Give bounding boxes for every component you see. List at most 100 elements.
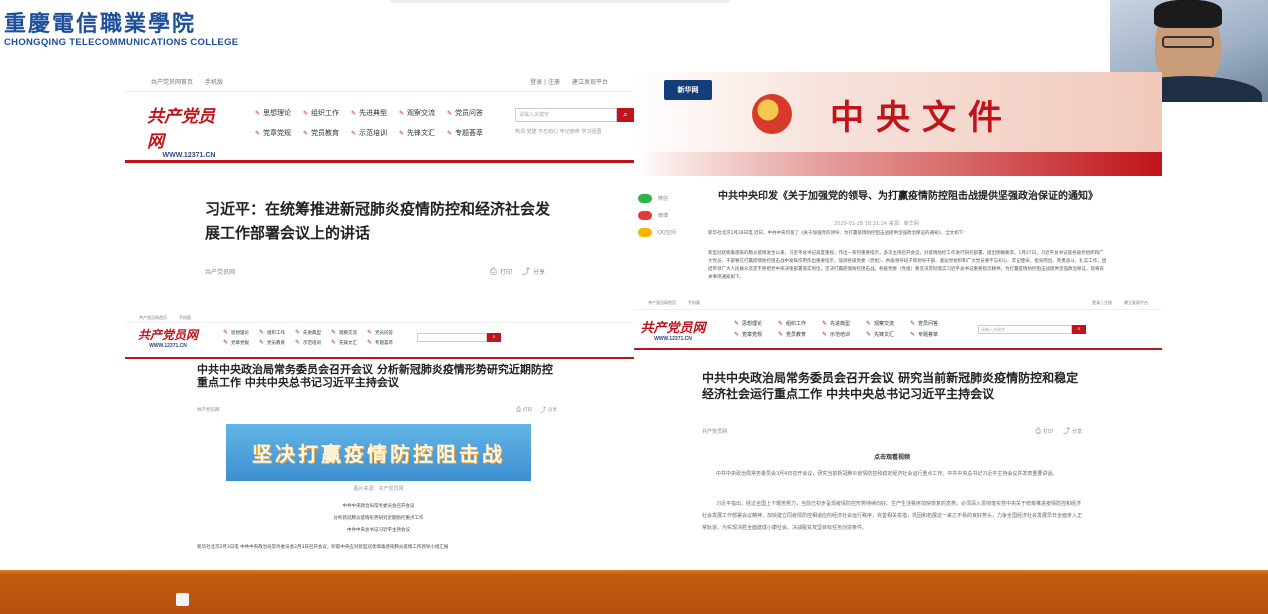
share-weibo[interactable]: 微博	[638, 211, 698, 220]
article-para: 新型冠状病毒感染的肺炎疫情发生以来，习近平总书记高度重视，作出一系列重要指示，多…	[708, 251, 1107, 280]
site-logo[interactable]: 共产党员网 WWW.12371.CN	[135, 326, 201, 349]
nav-item[interactable]: 党章党规	[734, 331, 778, 338]
print-icon[interactable]: ⎙	[490, 267, 497, 277]
panel-b-webpage: 共产党员网首页 手机版 共产党员网 WWW.12371.CN 思想理论 组织工作…	[125, 313, 634, 551]
nav-item[interactable]: 先进典型	[351, 108, 399, 118]
share-qzone[interactable]: QQ空间	[638, 228, 698, 237]
stop-share-icon[interactable]	[176, 593, 189, 606]
presentation-bottom-bar	[0, 570, 1268, 614]
site-logo[interactable]: 共产党员网 WWW.12371.CN	[147, 102, 231, 159]
share-icon[interactable]: ⤴	[540, 405, 546, 414]
search-button[interactable]: ⌕	[1072, 324, 1086, 334]
site-logo-text: 共产党员网	[147, 107, 215, 152]
share-sidebar: 微信 微博 QQ空间	[638, 194, 698, 237]
nav-item[interactable]: 先进典型	[822, 320, 866, 327]
print-link[interactable]: 打印	[500, 267, 512, 276]
party-emblem-icon	[752, 94, 792, 134]
search-button[interactable]: ⌕	[487, 332, 501, 342]
nav-item[interactable]: 先锋文汇	[866, 331, 910, 338]
nav-item[interactable]: 观察交流	[399, 108, 447, 118]
summary-lines: 中共中央政治局常务委员会召开会议 分析新冠肺炎疫情形势研究近期防控重点工作 中共…	[226, 501, 531, 537]
qzone-icon	[638, 228, 652, 237]
search-area: 请输入关键字 ⌕ 热词 党建 不忘初心 牢记使命 学习强国	[515, 108, 634, 136]
nav-item[interactable]: 组织工作	[303, 108, 351, 118]
nav-item[interactable]: 党员教育	[778, 331, 822, 338]
nav-item[interactable]: 思想理论	[255, 108, 303, 118]
site-header: 共产党员网 WWW.12371.CN 思想理论 组织工作 先进典型 观察交流 党…	[634, 310, 1162, 344]
search-input[interactable]: 请输入关键字	[978, 324, 1072, 334]
presenter-hair-top	[1154, 0, 1222, 28]
print-icon[interactable]: ⎙	[516, 406, 521, 414]
xinhua-logo-text: 新华网	[677, 86, 699, 94]
article-lead: 新华社北京2月3日电 中共中央政治局常务委员会2月3日召开会议，听取中央应对新型…	[197, 545, 449, 550]
nav-item[interactable]: 党员问答	[367, 329, 403, 336]
share-link[interactable]: 分享	[1072, 428, 1082, 435]
search-button[interactable]: ⌕	[617, 108, 634, 122]
nav-item[interactable]: 组织工作	[259, 329, 295, 336]
nav-item[interactable]: 党员教育	[259, 339, 295, 346]
nav-item[interactable]: 示范培训	[822, 331, 866, 338]
print-icon[interactable]: ⎙	[1035, 427, 1041, 436]
nav-item[interactable]: 示范培训	[295, 339, 331, 346]
nav-item[interactable]: 观察交流	[866, 320, 910, 327]
mobile-link[interactable]: 手机版	[688, 300, 700, 306]
college-logo-cn: 重慶電信職業學院	[4, 11, 197, 37]
nav-item[interactable]: 专题荟萃	[367, 339, 403, 346]
banner-text: 坚决打赢疫情防控阻击战	[252, 442, 505, 466]
nav-item[interactable]: 思想理论	[734, 320, 778, 327]
search-input[interactable]: 请输入关键字	[515, 108, 617, 122]
share-icon[interactable]: ⤴	[1063, 426, 1070, 436]
summary-line: 中共中央总书记习近平主持会议	[347, 528, 410, 533]
nav-item[interactable]: 观察交流	[331, 329, 367, 336]
nav-item[interactable]: 党员问答	[910, 320, 954, 327]
header-red-line	[125, 357, 634, 359]
nav-item[interactable]: 先锋文汇	[399, 128, 447, 138]
college-logo-en: CHONGQING TELECOMMUNICATIONS COLLEGE	[4, 37, 239, 48]
site-logo[interactable]: 共产党员网 WWW.12371.CN	[638, 317, 708, 342]
nav-item[interactable]: 专题荟萃	[910, 331, 954, 338]
video-link[interactable]: 点击观看视频	[702, 452, 1082, 461]
nav-item[interactable]: 先锋文汇	[331, 339, 367, 346]
nav-item[interactable]: 党员问答	[447, 108, 495, 118]
platform-link[interactable]: 建立发现平台	[1124, 300, 1148, 306]
article-title: 中共中央政治局常务委员会召开会议 分析新冠肺炎疫情形势研究近期防控重点工作 中共…	[197, 363, 553, 389]
article-meta: 共产党员网 ⎙ 打印 ⤴ 分享	[205, 266, 545, 277]
nav-item[interactable]: 组织工作	[778, 320, 822, 327]
article-source: 共产党员网	[702, 428, 728, 435]
article-meta: 共产党员网 ⎙ 打印 ⤴ 分享	[197, 405, 557, 415]
site-header: 共产党员网 WWW.12371.CN 思想理论 组织工作 先进典型 观察交流 党…	[125, 92, 634, 159]
share-icon[interactable]: ⤴	[522, 266, 530, 277]
login-link[interactable]: 登录 | 注册	[1092, 300, 1112, 306]
share-link[interactable]: 分享	[533, 267, 545, 276]
article-para: 中共中央政治局常务委员会3月4日召开会议，研究当前新冠肺炎疫情防控和稳定经济社会…	[716, 471, 1058, 477]
home-link[interactable]: 共产党员网首页	[151, 77, 193, 86]
header-red-line	[125, 160, 634, 163]
site-logo-text: 共产党员网	[640, 320, 706, 336]
site-nav: 思想理论 组织工作 先进典型 观察交流 党员问答 党章党规 党员教育 示范培训 …	[734, 320, 954, 338]
print-link[interactable]: 打印	[523, 407, 532, 413]
nav-item[interactable]: 党章党规	[223, 339, 259, 346]
home-link[interactable]: 共产党员网首页	[139, 315, 167, 321]
nav-item[interactable]: 党章党规	[255, 128, 303, 138]
print-link[interactable]: 打印	[1043, 428, 1053, 435]
article-title: 中共中央印发《关于加强党的领导、为打赢疫情防控阻击战提供坚强政治保证的通知》	[718, 191, 1098, 202]
login-link[interactable]: 登录 | 注册	[530, 77, 560, 86]
share-link[interactable]: 分享	[548, 407, 557, 413]
home-link[interactable]: 共产党员网首页	[648, 300, 676, 306]
nav-item[interactable]: 思想理论	[223, 329, 259, 336]
nav-item[interactable]: 专题荟萃	[447, 128, 495, 138]
share-weibo-label: 微博	[658, 213, 669, 219]
mobile-link[interactable]: 手机版	[179, 315, 191, 321]
site-nav: 思想理论 组织工作 先进典型 观察交流 党员问答 党章党规 党员教育 示范培训 …	[223, 329, 403, 346]
share-wechat[interactable]: 微信	[638, 194, 698, 203]
article-meta: 共产党员网 ⎙ 打印 ⤴ 分享	[702, 426, 1082, 436]
mobile-link[interactable]: 手机版	[205, 77, 223, 86]
site-logo-url: WWW.12371.CN	[149, 342, 187, 349]
article-para: 习近平指出，经过全国上下艰苦努力，当前已初步呈现疫情防控形势持续向好、生产生活秩…	[702, 501, 1082, 531]
nav-item[interactable]: 示范培训	[351, 128, 399, 138]
nav-item[interactable]: 党员教育	[303, 128, 351, 138]
nav-item[interactable]: 先进典型	[295, 329, 331, 336]
platform-link[interactable]: 建立发现平台	[572, 77, 608, 86]
xinhua-logo[interactable]: 新华网	[664, 80, 712, 100]
search-input[interactable]	[417, 332, 487, 342]
